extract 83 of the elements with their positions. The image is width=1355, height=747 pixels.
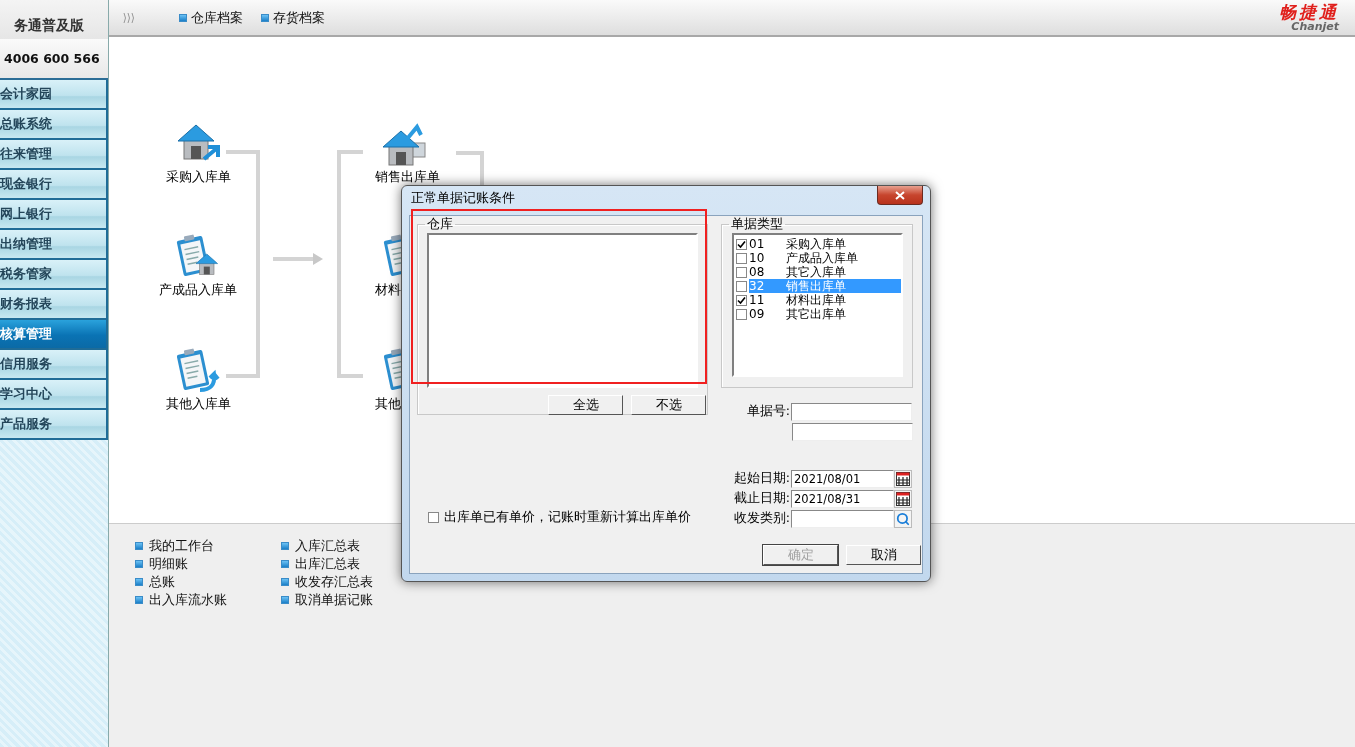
group-title: 单据类型 [730,216,784,233]
toolbar-link[interactable]: 仓库档案 [179,8,243,27]
bullet-icon [281,542,289,550]
field-label: 截止日期: [732,490,791,507]
input-field[interactable]: 2021/08/31 [791,489,894,508]
dialog-button[interactable]: 取消 [846,545,921,565]
input-field[interactable]: 2021/08/01 [791,469,894,488]
bullet-icon [135,596,143,604]
input-field[interactable] [791,509,894,528]
node-label[interactable]: 产成品入库单 [159,282,237,299]
checkbox[interactable] [736,280,747,292]
option-label: 出库单已有单价，记账时重新计算出库单价 [444,509,691,526]
sidebar-item[interactable]: 会计家园 [0,80,108,110]
report-link[interactable]: 总账 [135,574,227,590]
clipboard-icon [174,346,222,394]
bracket-line [456,151,484,187]
list-button[interactable]: 全选 [548,395,623,415]
product-name: 务通普及版 [13,16,85,35]
list-button[interactable]: 不选 [631,395,706,415]
close-icon [895,190,905,200]
node-label[interactable]: 材料 [375,282,401,299]
doc-type-item[interactable]: 08 其它入库单 [749,265,901,279]
close-button[interactable] [877,186,923,205]
bullet-icon [135,542,143,550]
warehouse-list[interactable] [427,233,698,388]
bullet-icon [179,13,187,22]
node-label[interactable]: 采购入库单 [165,169,231,186]
node-label[interactable]: 其他 [375,396,401,413]
search-icon [896,511,910,526]
calendar-button[interactable] [894,489,912,508]
dialog-title: 正常单据记账条件 [410,189,515,207]
sidebar-item[interactable]: 财务报表 [0,290,108,320]
input-field[interactable] [792,422,913,441]
report-link[interactable]: 取消单据记账 [281,592,373,608]
checkbox[interactable] [736,294,747,306]
report-link[interactable]: 入库汇总表 [281,538,373,554]
sidebar-item[interactable]: 总账系统 [0,110,108,140]
doc-type-item[interactable]: 01 采购入库单 [749,237,901,251]
sidebar-item[interactable]: 信用服务 [0,350,108,380]
report-link[interactable]: 出库汇总表 [281,556,373,572]
field-label: 收发类别: [732,510,791,527]
logo: 畅捷通 Chanjet [1279,3,1341,32]
bullet-icon [135,578,143,586]
report-link[interactable]: 收发存汇总表 [281,574,373,590]
calendar-button[interactable] [894,469,912,488]
search-button[interactable] [894,509,912,528]
bullet-icon [281,560,289,568]
collapse-icon[interactable] [123,11,135,24]
flow-arrow [273,253,323,265]
bullet-icon [281,596,289,604]
sidebar-item[interactable]: 税务管家 [0,260,108,290]
report-link[interactable]: 出入库流水账 [135,592,227,608]
input-field[interactable] [791,402,912,421]
sidebar-item[interactable]: 出纳管理 [0,230,108,260]
doc-type-item[interactable]: 10 产成品入库单 [749,251,901,265]
sidebar-item[interactable]: 产品服务 [0,410,108,440]
sidebar-item[interactable]: 学习中心 [0,380,108,410]
field-label: 起始日期: [732,470,791,487]
checkbox[interactable] [736,308,747,320]
calendar-icon [896,471,910,486]
report-link[interactable]: 我的工作台 [135,538,227,554]
node-label[interactable]: 销售出库单 [375,169,440,186]
bullet-icon [281,578,289,586]
calendar-icon [896,491,910,506]
bullet-icon [261,13,269,22]
checkbox[interactable] [736,252,747,264]
node-label[interactable]: 其他入库单 [165,396,231,413]
sidebar-item[interactable]: 现金银行 [0,170,108,200]
sidebar-item[interactable]: 核算管理 [0,320,108,350]
checkbox[interactable] [428,512,439,523]
bullet-icon [135,560,143,568]
group-title: 仓库 [426,216,454,233]
report-link[interactable]: 明细账 [135,556,227,572]
checkbox[interactable] [736,238,747,250]
toolbar-link[interactable]: 存货档案 [261,8,325,27]
sidebar-item[interactable]: 往来管理 [0,140,108,170]
sidebar-item[interactable]: 网上银行 [0,200,108,230]
doc-type-item[interactable]: 09 其它出库单 [749,307,901,321]
field-label: 单据号: [745,403,791,420]
doc-type-item[interactable]: 11 材料出库单 [749,293,901,307]
recalc-option[interactable]: 出库单已有单价，记账时重新计算出库单价 [417,509,708,526]
hotline-number: 4006 600 566 [0,39,108,78]
checkbox[interactable] [736,266,747,278]
